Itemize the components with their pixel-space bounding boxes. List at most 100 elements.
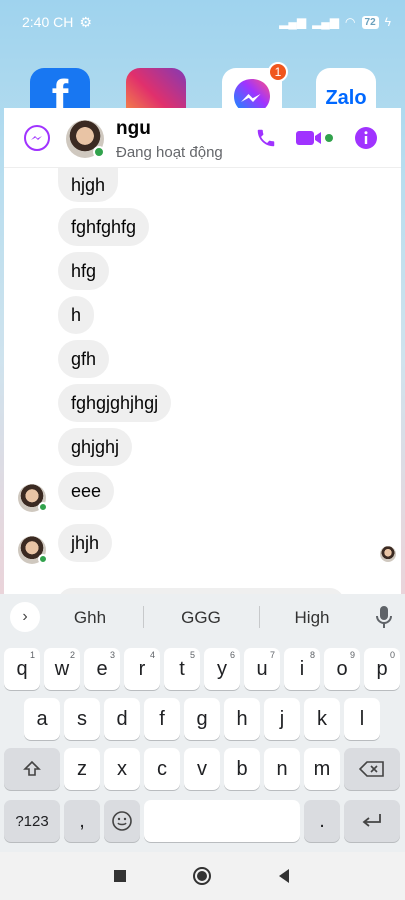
video-camera-icon bbox=[296, 131, 333, 145]
home-circle-icon[interactable] bbox=[192, 866, 212, 886]
key-label: p bbox=[376, 657, 388, 680]
key-f[interactable]: f bbox=[144, 698, 180, 740]
battery-icon: 72 bbox=[361, 15, 379, 29]
microphone-icon[interactable] bbox=[372, 604, 396, 630]
suggestion-3[interactable]: High bbox=[262, 608, 362, 628]
chat-head-panel: ngu Đang hoạt động hjgh fghfghfg hfg h g… bbox=[4, 108, 401, 598]
messenger-logo-icon[interactable] bbox=[24, 125, 50, 151]
key-q[interactable]: q1 bbox=[4, 648, 40, 690]
seen-indicator-avatar bbox=[380, 546, 396, 562]
key-label: v bbox=[197, 757, 207, 780]
key-b[interactable]: b bbox=[224, 748, 260, 790]
contact-status: Đang hoạt động bbox=[116, 144, 223, 161]
key-e[interactable]: e3 bbox=[84, 648, 120, 690]
key-m[interactable]: m bbox=[304, 748, 340, 790]
message-bubble[interactable]: fghgjghjhgj bbox=[58, 384, 172, 422]
key-y[interactable]: y6 bbox=[204, 648, 240, 690]
key-t[interactable]: t5 bbox=[164, 648, 200, 690]
info-button[interactable] bbox=[350, 122, 382, 154]
key-label: e bbox=[96, 657, 108, 680]
message-bubble[interactable]: eee bbox=[58, 472, 115, 510]
key-k[interactable]: k bbox=[304, 698, 340, 740]
key-hint: 9 bbox=[349, 650, 355, 660]
period-key[interactable]: . bbox=[304, 800, 340, 842]
video-call-button[interactable] bbox=[292, 122, 336, 154]
key-label: i bbox=[299, 657, 305, 680]
notification-badge: 1 bbox=[268, 62, 288, 82]
key-s[interactable]: s bbox=[64, 698, 100, 740]
message-bubble[interactable]: hfg bbox=[58, 252, 110, 290]
online-status-dot bbox=[93, 146, 105, 158]
key-label: t bbox=[179, 657, 185, 680]
wifi-icon: ◠ bbox=[345, 15, 356, 29]
key-label: r bbox=[138, 657, 146, 680]
charging-icon: ϟ bbox=[384, 15, 391, 29]
contact-name[interactable]: ngu bbox=[116, 118, 151, 140]
chat-header: ngu Đang hoạt động bbox=[4, 108, 401, 168]
info-icon bbox=[355, 127, 377, 149]
key-w[interactable]: w2 bbox=[44, 648, 80, 690]
voice-call-button[interactable] bbox=[250, 122, 282, 154]
key-u[interactable]: u7 bbox=[244, 648, 280, 690]
key-label: f bbox=[159, 707, 165, 730]
key-label: o bbox=[336, 657, 348, 680]
message-bubble[interactable]: jhjh bbox=[58, 524, 113, 562]
space-bar[interactable] bbox=[144, 800, 300, 842]
key-g[interactable]: g bbox=[184, 698, 220, 740]
shift-key[interactable] bbox=[4, 748, 60, 790]
key-label: y bbox=[217, 657, 227, 680]
key-x[interactable]: x bbox=[104, 748, 140, 790]
status-bar: 2:40 CH ⚙ ▂▄▆ ▂▄▆ ◠ 72 ϟ bbox=[0, 0, 405, 44]
expand-chevron-icon[interactable]: › bbox=[10, 602, 40, 632]
key-r[interactable]: r4 bbox=[124, 648, 160, 690]
sender-online-dot bbox=[38, 554, 48, 564]
key-hint: 4 bbox=[149, 650, 155, 660]
message-bubble[interactable]: hjgh bbox=[58, 168, 119, 202]
emoji-smiley-icon bbox=[112, 811, 132, 831]
key-c[interactable]: c bbox=[144, 748, 180, 790]
message-bubble[interactable]: ghjghj bbox=[58, 428, 133, 466]
suggestion-1[interactable]: Ghh bbox=[40, 608, 140, 628]
emoji-key[interactable] bbox=[104, 800, 140, 842]
key-o[interactable]: o9 bbox=[324, 648, 360, 690]
message-bubble[interactable]: gfh bbox=[58, 340, 110, 378]
phone-icon bbox=[257, 129, 275, 147]
message-list: hjgh fghfghfg hfg h gfh fghgjghjhgj ghjg… bbox=[4, 168, 401, 598]
key-v[interactable]: v bbox=[184, 748, 220, 790]
key-label: a bbox=[36, 707, 48, 730]
message-bubble[interactable]: h bbox=[58, 296, 95, 334]
key-l[interactable]: l bbox=[344, 698, 380, 740]
settings-gear-icon: ⚙ bbox=[79, 13, 92, 30]
sender-online-dot bbox=[38, 502, 48, 512]
key-h[interactable]: h bbox=[224, 698, 260, 740]
key-p[interactable]: p0 bbox=[364, 648, 400, 690]
key-j[interactable]: j bbox=[264, 698, 300, 740]
key-label: d bbox=[116, 707, 128, 730]
key-label: j bbox=[279, 707, 285, 730]
message-bubble[interactable]: fghfghfg bbox=[58, 208, 150, 246]
key-label: k bbox=[317, 707, 327, 730]
back-triangle-icon[interactable] bbox=[274, 866, 294, 886]
enter-key[interactable] bbox=[344, 800, 400, 842]
key-label: u bbox=[256, 657, 268, 680]
key-z[interactable]: z bbox=[64, 748, 100, 790]
signal-icon-2: ▂▄▆ bbox=[312, 15, 340, 29]
key-label: g bbox=[196, 707, 208, 730]
key-hint: 7 bbox=[269, 650, 275, 660]
zalo-label: Zalo bbox=[325, 86, 367, 109]
key-label: s bbox=[77, 707, 87, 730]
comma-key[interactable]: , bbox=[64, 800, 100, 842]
backspace-icon bbox=[359, 761, 384, 777]
suggestion-2[interactable]: GGG bbox=[151, 608, 251, 628]
enter-return-icon bbox=[362, 814, 381, 827]
key-n[interactable]: n bbox=[264, 748, 300, 790]
recents-square-icon[interactable] bbox=[110, 866, 130, 886]
on-screen-keyboard: › Ghh GGG High q1 w2 e3 r4 t5 y6 u7 i8 o… bbox=[0, 594, 405, 852]
key-i[interactable]: i8 bbox=[284, 648, 320, 690]
key-d[interactable]: d bbox=[104, 698, 140, 740]
key-hint: 8 bbox=[309, 650, 315, 660]
key-label: h bbox=[236, 707, 248, 730]
backspace-key[interactable] bbox=[344, 748, 400, 790]
symbols-key[interactable]: ?123 bbox=[4, 800, 60, 842]
key-a[interactable]: a bbox=[24, 698, 60, 740]
